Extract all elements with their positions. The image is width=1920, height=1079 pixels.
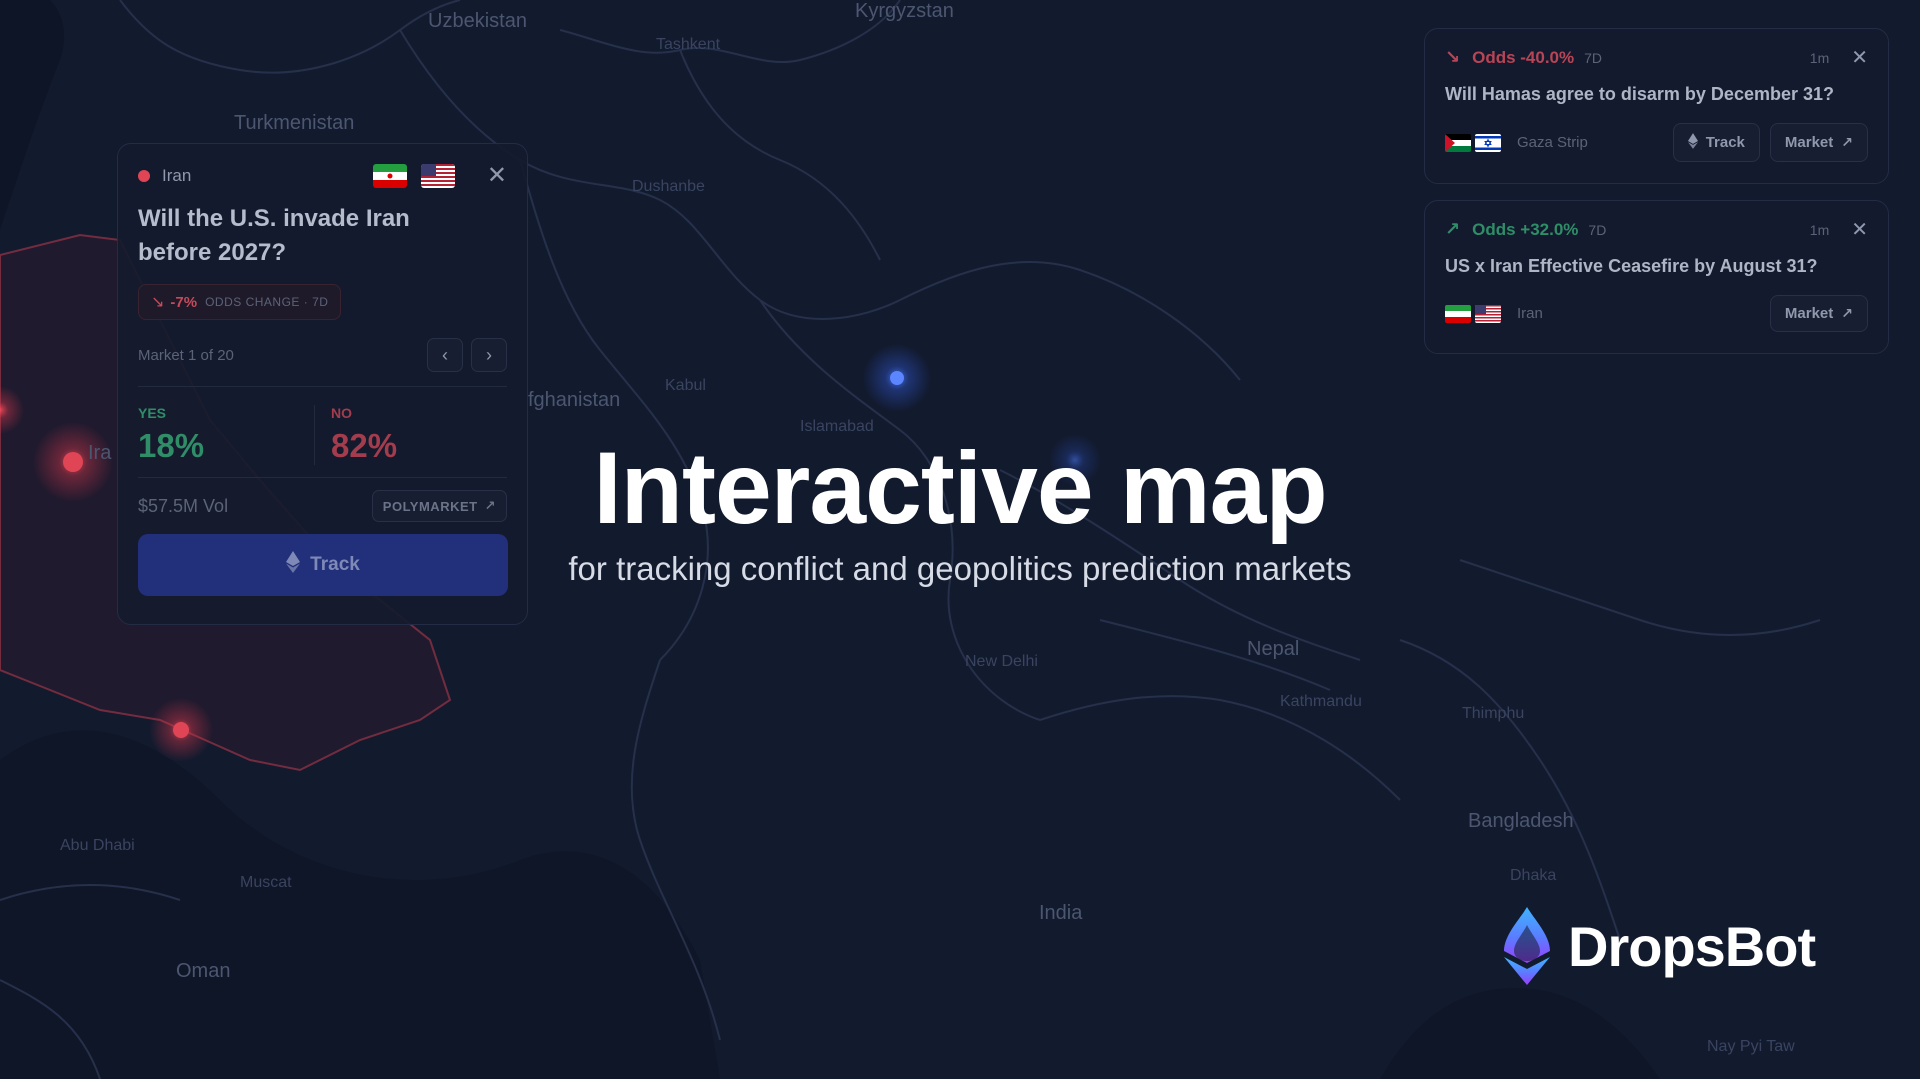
map-label-new-delhi: New Delhi xyxy=(965,653,1038,670)
dropsbot-logo-icon xyxy=(1504,907,1550,985)
odds-change-badge: ↘ -7% ODDS CHANGE · 7D xyxy=(138,284,342,320)
map-label-tashkent: Tashkent xyxy=(656,36,721,53)
track-button[interactable]: Track xyxy=(1672,123,1760,162)
market-button[interactable]: Market ↗ xyxy=(1769,123,1868,162)
map-label-kyrgyzstan: Kyrgyzstan xyxy=(855,0,954,22)
hero-subline: for tracking conflict and geopolitics pr… xyxy=(568,550,1352,587)
no-label: NO xyxy=(331,405,352,421)
close-icon[interactable]: ✕ xyxy=(1851,48,1868,68)
external-link-icon: ↗ xyxy=(1841,305,1853,321)
map-label-uzbekistan: Uzbekistan xyxy=(428,10,527,32)
odds-change-label: ODDS CHANGE · 7D xyxy=(205,295,329,309)
odds-change-value: -7% xyxy=(170,293,198,311)
hero-headline: Interactive map xyxy=(593,431,1327,545)
map-label-afghanistan: fghanistan xyxy=(528,389,621,411)
ethereum-icon xyxy=(1687,133,1698,152)
arrow-down-right-icon: ↘ xyxy=(1445,47,1461,67)
map-label-nepal: Nepal xyxy=(1247,638,1300,660)
notification-location: Iran xyxy=(1517,305,1543,322)
market-title: Will the U.S. invade Iran before 2027? xyxy=(138,205,410,266)
iran-flag-icon xyxy=(372,164,407,188)
map-label-muscat: Muscat xyxy=(240,874,292,891)
notification-odds: Odds +32.0% xyxy=(1472,219,1579,239)
market-button[interactable]: Market ↗ xyxy=(1769,295,1868,332)
notification-time: 1m xyxy=(1809,49,1830,66)
track-label: Track xyxy=(1705,134,1745,151)
close-icon[interactable]: ✕ xyxy=(1851,220,1868,240)
usa-flag-icon xyxy=(420,164,455,188)
region-name: Iran xyxy=(162,166,192,185)
market-label: Market xyxy=(1784,134,1834,151)
map-label-dhaka: Dhaka xyxy=(1510,867,1557,884)
external-link-icon: ↗ xyxy=(1841,134,1853,150)
notification-title[interactable]: US x Iran Effective Ceasefire by August … xyxy=(1445,256,1868,277)
israel-flag-icon xyxy=(1475,133,1501,152)
notification-period: 7D xyxy=(1588,221,1607,238)
notification-card-ceasefire[interactable]: ↗ Odds +32.0% 7D 1m ✕ US x Iran Effectiv… xyxy=(1424,200,1889,354)
trend-down-icon: ↘ xyxy=(151,294,165,311)
market-pager: Market 1 of 20 ‹ › xyxy=(138,338,507,387)
arrow-up-right-icon: ↗ xyxy=(1445,219,1461,239)
notification-title[interactable]: Will Hamas agree to disarm by December 3… xyxy=(1445,84,1868,105)
map-label-bangladesh: Bangladesh xyxy=(1468,810,1574,832)
map-label-kathmandu: Kathmandu xyxy=(1280,693,1362,710)
market-label: Market xyxy=(1784,305,1834,322)
palestine-flag-icon xyxy=(1445,133,1471,152)
market-count: Market 1 of 20 xyxy=(138,346,234,364)
yes-label: YES xyxy=(138,405,167,421)
map-label-nay-pyi-taw: Nay Pyi Taw xyxy=(1707,1038,1795,1055)
notification-time: 1m xyxy=(1809,221,1830,238)
notification-period: 7D xyxy=(1584,49,1603,66)
map-label-oman: Oman xyxy=(176,960,231,982)
notification-odds: Odds -40.0% xyxy=(1472,47,1575,67)
close-icon[interactable]: ✕ xyxy=(487,164,507,188)
map-label-india: India xyxy=(1039,902,1083,924)
map-label-abu-dhabi: Abu Dhabi xyxy=(60,837,135,854)
brand-logo: DropsBot xyxy=(1500,905,1816,987)
brand-name: DropsBot xyxy=(1568,914,1816,978)
notification-card-hamas[interactable]: ↘ Odds -40.0% 7D 1m ✕ Will Hamas agree t… xyxy=(1424,28,1889,184)
region-indicator-dot xyxy=(138,170,150,182)
usa-flag-icon xyxy=(1475,304,1501,323)
prev-market-button[interactable]: ‹ xyxy=(427,338,463,372)
iran-flag-icon xyxy=(1445,304,1471,323)
map-label-thimphu: Thimphu xyxy=(1462,705,1525,722)
map-label-kabul: Kabul xyxy=(665,377,706,394)
next-market-button[interactable]: › xyxy=(471,338,507,372)
notification-location: Gaza Strip xyxy=(1517,134,1588,151)
map-label-turkmenistan: Turkmenistan xyxy=(234,112,355,134)
map-label-dushanbe: Dushanbe xyxy=(632,178,705,195)
